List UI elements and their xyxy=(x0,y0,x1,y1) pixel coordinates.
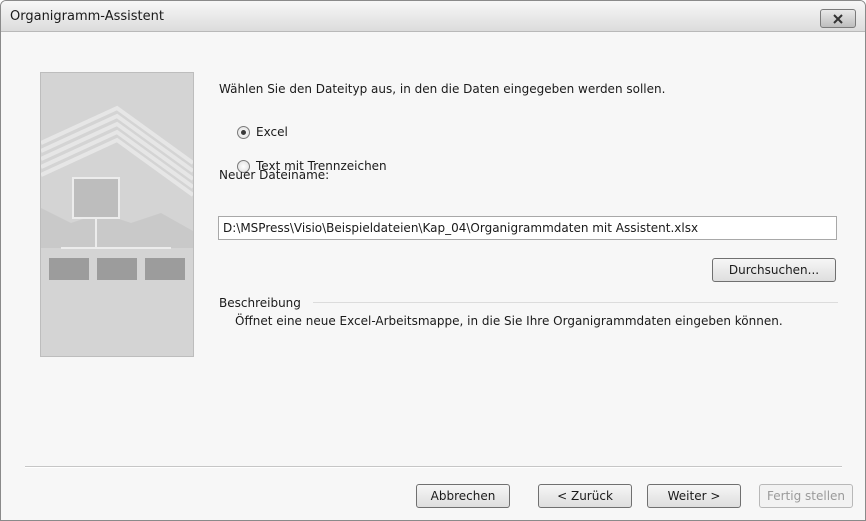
wizard-window: Organigramm-Assistent Wählen Sie den Dat… xyxy=(0,0,866,521)
finish-button[interactable]: Fertig stellen xyxy=(759,484,853,508)
instruction-text: Wählen Sie den Dateityp aus, in den die … xyxy=(219,82,666,96)
browse-button[interactable]: Durchsuchen... xyxy=(712,258,836,282)
back-button[interactable]: < Zurück xyxy=(538,484,632,508)
title-bar[interactable]: Organigramm-Assistent xyxy=(1,1,865,32)
filename-input[interactable] xyxy=(218,216,837,240)
wizard-banner-image xyxy=(40,72,195,357)
radio-excel-label[interactable]: Excel xyxy=(256,125,288,139)
radio-selected-icon[interactable] xyxy=(237,125,250,139)
window-title: Organigramm-Assistent xyxy=(10,9,164,24)
description-heading: Beschreibung xyxy=(219,296,301,310)
close-icon xyxy=(833,13,843,24)
org-chart-illustration-icon xyxy=(40,73,195,356)
description-divider xyxy=(313,302,838,303)
cancel-button[interactable]: Abbrechen xyxy=(416,484,510,508)
footer-separator xyxy=(25,466,842,468)
description-text: Öffnet eine neue Excel-Arbeitsmappe, in … xyxy=(235,314,783,328)
radio-excel[interactable]: Excel xyxy=(237,125,288,139)
filename-label: Neuer Dateiname: xyxy=(219,168,330,182)
next-button[interactable]: Weiter > xyxy=(647,484,741,508)
wizard-content: Wählen Sie den Dateityp aus, in den die … xyxy=(1,32,865,520)
close-button[interactable] xyxy=(820,9,856,28)
